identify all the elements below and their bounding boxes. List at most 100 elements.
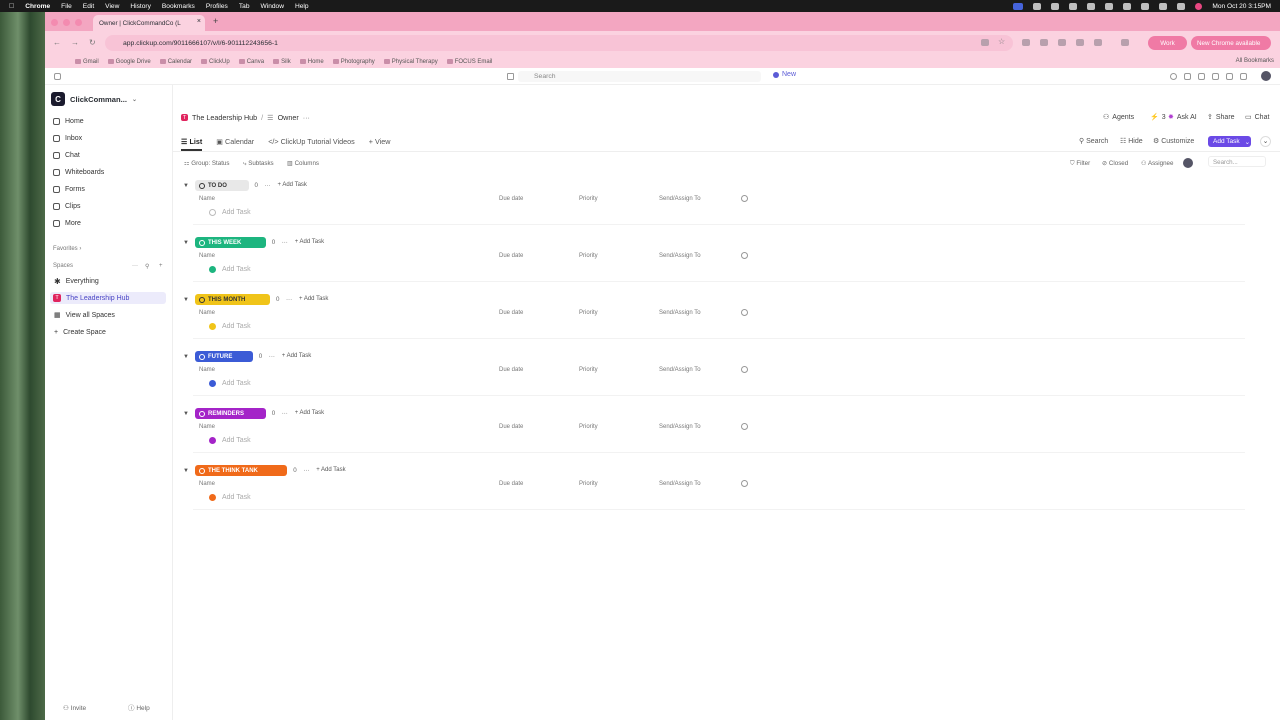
- column-priority[interactable]: Priority: [579, 253, 598, 259]
- more-dots-icon[interactable]: ···: [269, 353, 275, 360]
- check-icon[interactable]: [1170, 73, 1177, 80]
- sidebar-item-forms[interactable]: Forms: [53, 186, 85, 193]
- status-pill[interactable]: THIS MONTH: [195, 294, 270, 305]
- collapse-caret-icon[interactable]: ▼: [183, 468, 189, 474]
- columns-button[interactable]: ▥ Columns: [287, 160, 319, 167]
- collapse-caret-icon[interactable]: ▼: [183, 183, 189, 189]
- group-by-button[interactable]: ⚏ Group: Status: [184, 160, 229, 167]
- column-send-assign[interactable]: Send/Assign To: [659, 310, 701, 316]
- apple-icon[interactable]: : [9, 3, 14, 10]
- menu-app-name[interactable]: Chrome: [25, 3, 50, 10]
- more-dots-icon[interactable]: ···: [286, 296, 292, 303]
- tab-calendar[interactable]: ▣ Calendar: [216, 137, 254, 151]
- more-dots-icon[interactable]: ···: [132, 263, 138, 269]
- column-name[interactable]: Name: [199, 196, 215, 202]
- add-task-row[interactable]: Add Task: [209, 494, 251, 501]
- bookmark-focus-email[interactable]: FOCUS Email: [446, 59, 492, 65]
- ask-ai-button[interactable]: ✸ Ask AI: [1168, 113, 1197, 122]
- menu-help[interactable]: Help: [295, 3, 309, 10]
- column-name[interactable]: Name: [199, 253, 215, 259]
- hide-button[interactable]: ☷ Hide: [1120, 137, 1143, 145]
- extensions-icon[interactable]: [1094, 39, 1102, 46]
- sidebar-item-clips[interactable]: Clips: [53, 203, 81, 210]
- new-button[interactable]: New: [773, 71, 796, 78]
- global-search-input[interactable]: Search: [518, 71, 761, 82]
- column-due-date[interactable]: Due date: [499, 310, 523, 316]
- column-due-date[interactable]: Due date: [499, 481, 523, 487]
- install-icon[interactable]: [981, 39, 989, 46]
- chat-button[interactable]: ▭ Chat: [1245, 113, 1269, 122]
- column-priority[interactable]: Priority: [579, 196, 598, 202]
- sidebar-item-chat[interactable]: Chat: [53, 152, 80, 159]
- update-chrome-button[interactable]: New Chrome available: [1191, 36, 1271, 50]
- filter-button[interactable]: ⛉ Filter: [1070, 160, 1090, 168]
- tab-list[interactable]: ☰ List: [181, 137, 203, 151]
- add-task-row[interactable]: Add Task: [209, 323, 251, 330]
- more-dots-icon[interactable]: ···: [303, 113, 310, 122]
- workspace-switcher[interactable]: C ClickComman... ⌄: [51, 92, 137, 106]
- add-column-icon[interactable]: [741, 480, 748, 487]
- group-add-task[interactable]: + Add Task: [282, 353, 311, 359]
- group-add-task[interactable]: + Add Task: [295, 410, 324, 416]
- forward-icon[interactable]: →: [71, 38, 79, 47]
- status-icon[interactable]: [1051, 2, 1060, 10]
- search-icon[interactable]: ⚲: [145, 263, 149, 270]
- extension-icon[interactable]: [1058, 39, 1066, 46]
- status-pill[interactable]: REMINDERS: [195, 408, 266, 419]
- close-tab-icon[interactable]: ×: [197, 18, 201, 25]
- column-due-date[interactable]: Due date: [499, 367, 523, 373]
- tab-add-view[interactable]: + View: [369, 137, 391, 151]
- zoom-window-icon[interactable]: [75, 19, 82, 26]
- column-due-date[interactable]: Due date: [499, 424, 523, 430]
- close-window-icon[interactable]: [51, 19, 58, 26]
- all-bookmarks[interactable]: All Bookmarks: [1236, 58, 1274, 64]
- calendar-icon[interactable]: [507, 73, 514, 80]
- bookmark-canva[interactable]: Canva: [238, 59, 264, 65]
- extension-icon[interactable]: [1040, 39, 1048, 46]
- group-add-task[interactable]: + Add Task: [299, 296, 328, 302]
- bookmark-physical-therapy[interactable]: Physical Therapy: [383, 59, 438, 65]
- collapse-caret-icon[interactable]: ▼: [183, 411, 189, 417]
- moon-icon[interactable]: [1087, 2, 1096, 10]
- bookmark-star-icon[interactable]: ☆: [998, 37, 1005, 46]
- bookmark-clickup[interactable]: ClickUp: [201, 59, 230, 65]
- add-task-row[interactable]: Add Task: [209, 380, 251, 387]
- status-pill[interactable]: TO DO: [195, 180, 249, 191]
- battery-icon[interactable]: [1123, 2, 1132, 10]
- add-task-row[interactable]: Add Task: [209, 266, 251, 273]
- menu-profiles[interactable]: Profiles: [206, 3, 228, 10]
- add-column-icon[interactable]: [741, 366, 748, 373]
- agents-button[interactable]: ⚇ Agents: [1103, 113, 1134, 122]
- share-button[interactable]: ⇪ Share: [1207, 113, 1235, 122]
- minimize-window-icon[interactable]: [63, 19, 70, 26]
- task-search-input[interactable]: Search...: [1208, 156, 1266, 167]
- breadcrumb-space[interactable]: The Leadership Hub: [192, 113, 257, 122]
- menu-view[interactable]: View: [105, 3, 119, 10]
- sidebar-item-home[interactable]: Home: [53, 118, 84, 125]
- collapse-caret-icon[interactable]: ▼: [183, 354, 189, 360]
- spotlight-icon[interactable]: [1159, 2, 1168, 10]
- search-tasks-button[interactable]: ⚲ Search: [1079, 137, 1108, 145]
- sidebar-item-inbox[interactable]: Inbox: [53, 135, 82, 142]
- back-arrow-icon[interactable]: [54, 73, 61, 80]
- column-priority[interactable]: Priority: [579, 481, 598, 487]
- tab-tutorial-videos[interactable]: </> ClickUp Tutorial Videos: [268, 137, 355, 151]
- menu-history[interactable]: History: [130, 3, 151, 10]
- docs-icon[interactable]: [1212, 73, 1219, 80]
- reload-icon[interactable]: ↻: [89, 38, 96, 47]
- status-icon[interactable]: [1069, 2, 1078, 10]
- sidebar-create-space[interactable]: + Create Space: [53, 326, 169, 338]
- column-name[interactable]: Name: [199, 424, 215, 430]
- favorites-header[interactable]: Favorites ›: [53, 246, 81, 252]
- collapse-caret-icon[interactable]: ▼: [183, 240, 189, 246]
- more-dots-icon[interactable]: ···: [265, 182, 271, 189]
- user-avatar[interactable]: [1261, 71, 1271, 81]
- add-task-row[interactable]: Add Task: [209, 437, 251, 444]
- menubar-clock[interactable]: Mon Oct 20 3:15PM: [1212, 3, 1271, 10]
- column-priority[interactable]: Priority: [579, 367, 598, 373]
- sidebar-view-all-spaces[interactable]: ▦ View all Spaces: [53, 309, 169, 321]
- automations-button[interactable]: ⚡ 3: [1150, 113, 1166, 122]
- back-icon[interactable]: ←: [53, 38, 61, 47]
- menu-tab[interactable]: Tab: [239, 3, 250, 10]
- view-menu-icon[interactable]: ⌄: [1260, 136, 1271, 147]
